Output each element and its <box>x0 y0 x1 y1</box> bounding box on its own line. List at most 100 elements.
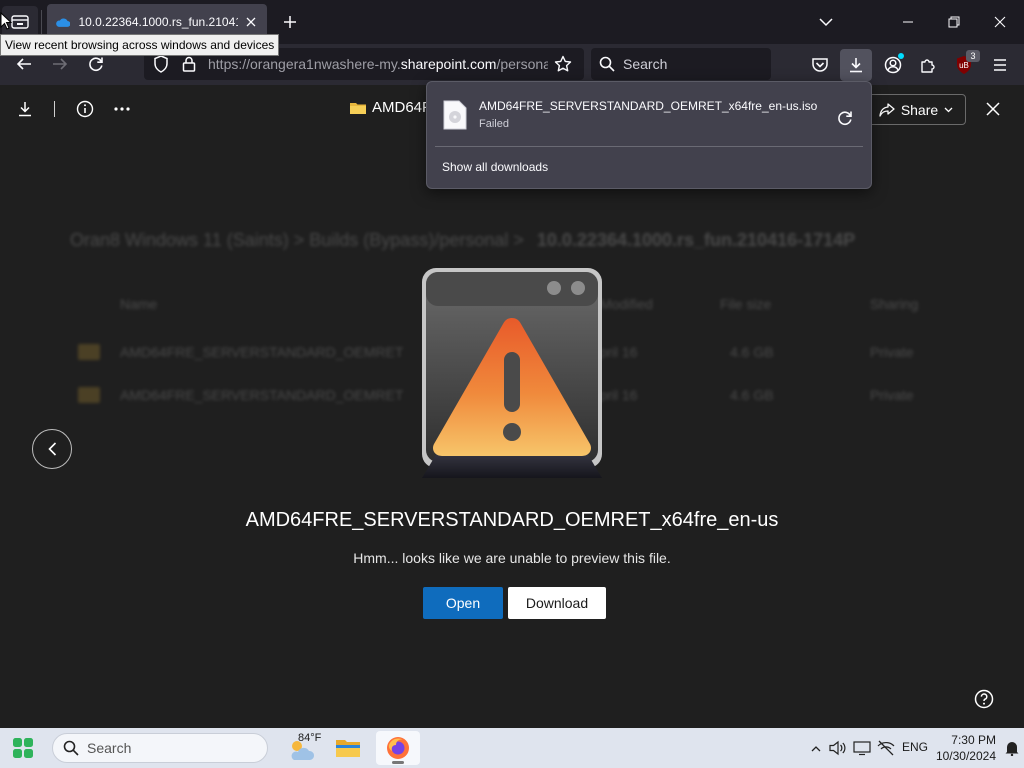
search-icon <box>599 56 615 72</box>
firefox-view-icon <box>11 15 29 29</box>
app-menu-button[interactable] <box>984 49 1016 81</box>
panel-divider <box>435 146 863 147</box>
account-notification-dot <box>898 53 904 59</box>
downloads-button[interactable] <box>840 49 872 81</box>
bookmark-star-icon[interactable] <box>552 53 574 75</box>
taskbar-file-explorer[interactable] <box>326 731 370 765</box>
hamburger-menu-icon <box>994 59 1006 71</box>
minimize-button[interactable] <box>888 6 928 38</box>
share-button[interactable]: Share <box>866 94 966 125</box>
windows-taskbar: Search 84°F ENG 7:30 PM 10/30/2024 <box>0 728 1024 768</box>
help-icon <box>974 689 994 709</box>
url-text[interactable]: https://orangera1nwashere-my.sharepoint.… <box>208 56 548 72</box>
close-tab-icon[interactable] <box>244 14 259 30</box>
details-button[interactable] <box>70 94 100 124</box>
plus-icon <box>284 16 296 28</box>
previous-file-button[interactable] <box>32 429 72 469</box>
taskbar-search-box[interactable]: Search <box>52 733 268 763</box>
weather-widget[interactable]: 84°F <box>286 732 326 764</box>
download-button[interactable]: Download <box>508 587 606 619</box>
close-icon <box>986 102 1000 116</box>
clock-date: 10/30/2024 <box>935 749 996 763</box>
bell-icon <box>1005 742 1019 756</box>
volume-button[interactable] <box>828 738 848 758</box>
minimize-icon <box>903 21 913 23</box>
extension-count-badge: 3 <box>966 50 980 62</box>
retry-icon <box>838 111 852 126</box>
svg-text:uB: uB <box>959 61 969 70</box>
restore-icon <box>948 16 960 28</box>
viewer-title-text: AMD64F <box>372 99 432 116</box>
mouse-cursor-icon <box>0 12 12 30</box>
close-window-button[interactable] <box>980 6 1020 38</box>
tracking-protection-icon[interactable] <box>150 53 172 75</box>
toolbar-divider <box>54 101 55 117</box>
new-tab-button[interactable] <box>276 10 304 34</box>
download-item[interactable]: AMD64FRE_SERVERSTANDARD_OEMRET_x64fre_en… <box>435 90 863 144</box>
network-button[interactable] <box>876 738 896 758</box>
warning-triangle-illustration <box>422 268 602 478</box>
extensions-button[interactable] <box>912 49 944 81</box>
search-placeholder: Search <box>623 56 668 72</box>
arrow-right-icon <box>53 58 68 70</box>
share-label: Share <box>900 101 939 118</box>
screen: 10.0.22364.1000.rs_fun.210416-1 View rec… <box>0 0 1024 768</box>
firefox-icon <box>387 737 409 759</box>
help-button[interactable] <box>970 685 998 713</box>
folder-icon <box>350 102 366 114</box>
pocket-button[interactable] <box>804 49 836 81</box>
more-options-button[interactable] <box>107 94 137 124</box>
system-clock[interactable]: 7:30 PM 10/30/2024 <box>934 732 996 764</box>
account-button[interactable] <box>877 49 909 81</box>
close-viewer-button[interactable] <box>978 94 1008 124</box>
start-button[interactable] <box>8 734 38 762</box>
downloads-panel: AMD64FRE_SERVERSTANDARD_OEMRET_x64fre_en… <box>426 81 872 189</box>
input-language-indicator[interactable]: ENG <box>902 740 928 754</box>
close-icon <box>994 16 1006 28</box>
display-button[interactable] <box>852 738 872 758</box>
lock-icon[interactable] <box>178 53 200 75</box>
tooltip: View recent browsing across windows and … <box>0 34 280 56</box>
show-hidden-icons-button[interactable] <box>806 738 826 758</box>
viewer-download-button[interactable] <box>10 94 40 124</box>
arrow-left-icon <box>16 58 31 70</box>
search-icon <box>63 740 79 756</box>
folder-icon <box>336 740 360 757</box>
restore-button[interactable] <box>934 6 974 38</box>
onedrive-cloud-icon <box>56 17 71 27</box>
download-status: Failed <box>479 118 509 130</box>
search-bar[interactable]: Search <box>591 48 771 80</box>
notifications-button[interactable] <box>1002 738 1022 758</box>
chevron-left-icon <box>47 442 56 456</box>
list-all-tabs-button[interactable] <box>813 10 839 34</box>
taskbar-search-placeholder: Search <box>87 740 132 756</box>
info-icon <box>76 100 94 118</box>
retry-download-button[interactable] <box>833 106 857 130</box>
puzzle-piece-icon <box>921 59 935 73</box>
share-icon <box>879 102 895 117</box>
monitor-icon <box>853 741 871 756</box>
network-disconnected-icon <box>877 740 895 756</box>
viewer-file-title: AMD64F <box>350 99 431 116</box>
tab-title: 10.0.22364.1000.rs_fun.210416-1 <box>78 15 237 29</box>
ublock-origin-button[interactable]: uB 3 <box>948 49 980 81</box>
download-file-name: AMD64FRE_SERVERSTANDARD_OEMRET_x64fre_en… <box>479 99 818 113</box>
active-app-indicator <box>392 761 404 764</box>
windows-logo-icon <box>13 738 33 758</box>
open-button[interactable]: Open <box>423 587 503 619</box>
download-icon <box>19 102 31 117</box>
speaker-icon <box>829 740 846 756</box>
show-all-downloads-button[interactable]: Show all downloads <box>442 160 548 174</box>
tab-divider <box>41 10 42 34</box>
ellipsis-icon <box>114 107 130 111</box>
clock-time: 7:30 PM <box>951 733 996 747</box>
preview-file-name: AMD64FRE_SERVERSTANDARD_OEMRET_x64fre_en… <box>245 509 779 531</box>
chevron-down-icon <box>819 18 833 27</box>
pocket-icon <box>812 58 828 72</box>
taskbar-firefox[interactable] <box>376 731 420 765</box>
reload-icon <box>89 57 103 72</box>
preview-error-message: Hmm... looks like we are unable to previ… <box>353 550 671 566</box>
breadcrumb: Oran8 Windows 11 (Saints) > Builds (Bypa… <box>70 230 856 250</box>
iso-file-icon <box>443 100 467 130</box>
chevron-down-icon <box>944 107 953 112</box>
